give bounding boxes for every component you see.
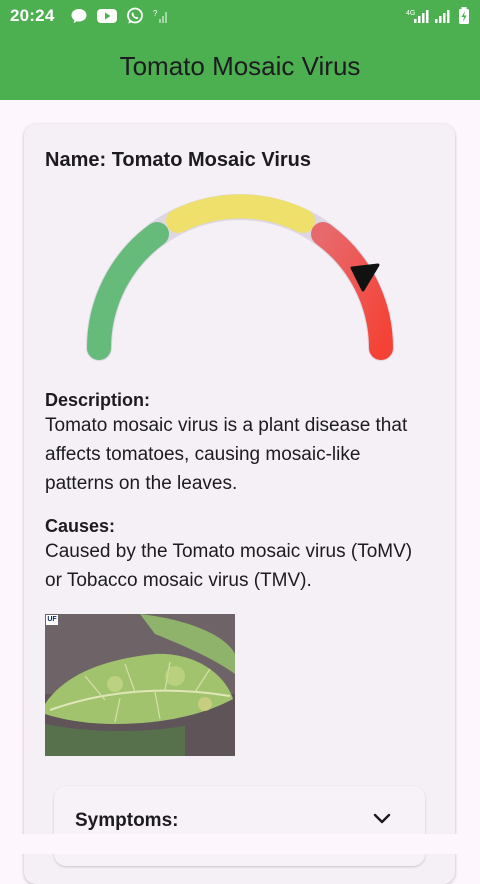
photo-tag: UF <box>46 615 58 625</box>
description-text: Tomato mosaic virus is a plant disease t… <box>45 415 408 494</box>
app-bar: Tomato Mosaic Virus <box>0 32 480 100</box>
causes-heading: Causes: <box>45 516 116 536</box>
symptoms-expander[interactable]: Symptoms: <box>54 786 425 866</box>
whatsapp-icon <box>127 7 144 24</box>
system-icons: 4G <box>406 7 470 25</box>
symptoms-heading: Symptoms: <box>75 810 179 831</box>
disease-card: Name: Tomato Mosaic Virus Description: T… <box>24 124 455 884</box>
severity-gauge <box>86 194 394 361</box>
description-heading: Description: <box>45 390 151 410</box>
causes-text: Caused by the Tomato mosaic virus (ToMV)… <box>45 541 413 591</box>
leaf-image <box>45 614 235 756</box>
youtube-icon <box>97 9 118 23</box>
chevron-down-icon[interactable] <box>373 813 391 825</box>
bottom-edge <box>0 834 480 854</box>
status-time: 20:24 <box>10 6 55 25</box>
gauge-segment-green <box>87 222 169 360</box>
gauge-segment-red <box>311 222 393 360</box>
disease-name: Name: Tomato Mosaic Virus <box>45 149 311 171</box>
4g-signal-icon: 4G <box>406 10 429 23</box>
app-bar-title: Tomato Mosaic Virus <box>119 50 361 81</box>
chat-bubble-icon <box>71 9 87 23</box>
svg-text:4G: 4G <box>406 10 415 17</box>
battery-charging-icon <box>459 7 469 24</box>
disease-photo: UF <box>45 614 235 756</box>
description-section: Description: Tomato mosaic virus is a pl… <box>45 390 420 498</box>
status-bar: 20:24 ? 4G <box>0 0 480 32</box>
signal-icon <box>435 10 450 23</box>
notification-icons: ? <box>70 7 169 25</box>
causes-section: Causes: Caused by the Tomato mosaic viru… <box>45 516 425 595</box>
svg-text:?: ? <box>153 9 158 18</box>
no-signal-icon: ? <box>153 9 168 23</box>
